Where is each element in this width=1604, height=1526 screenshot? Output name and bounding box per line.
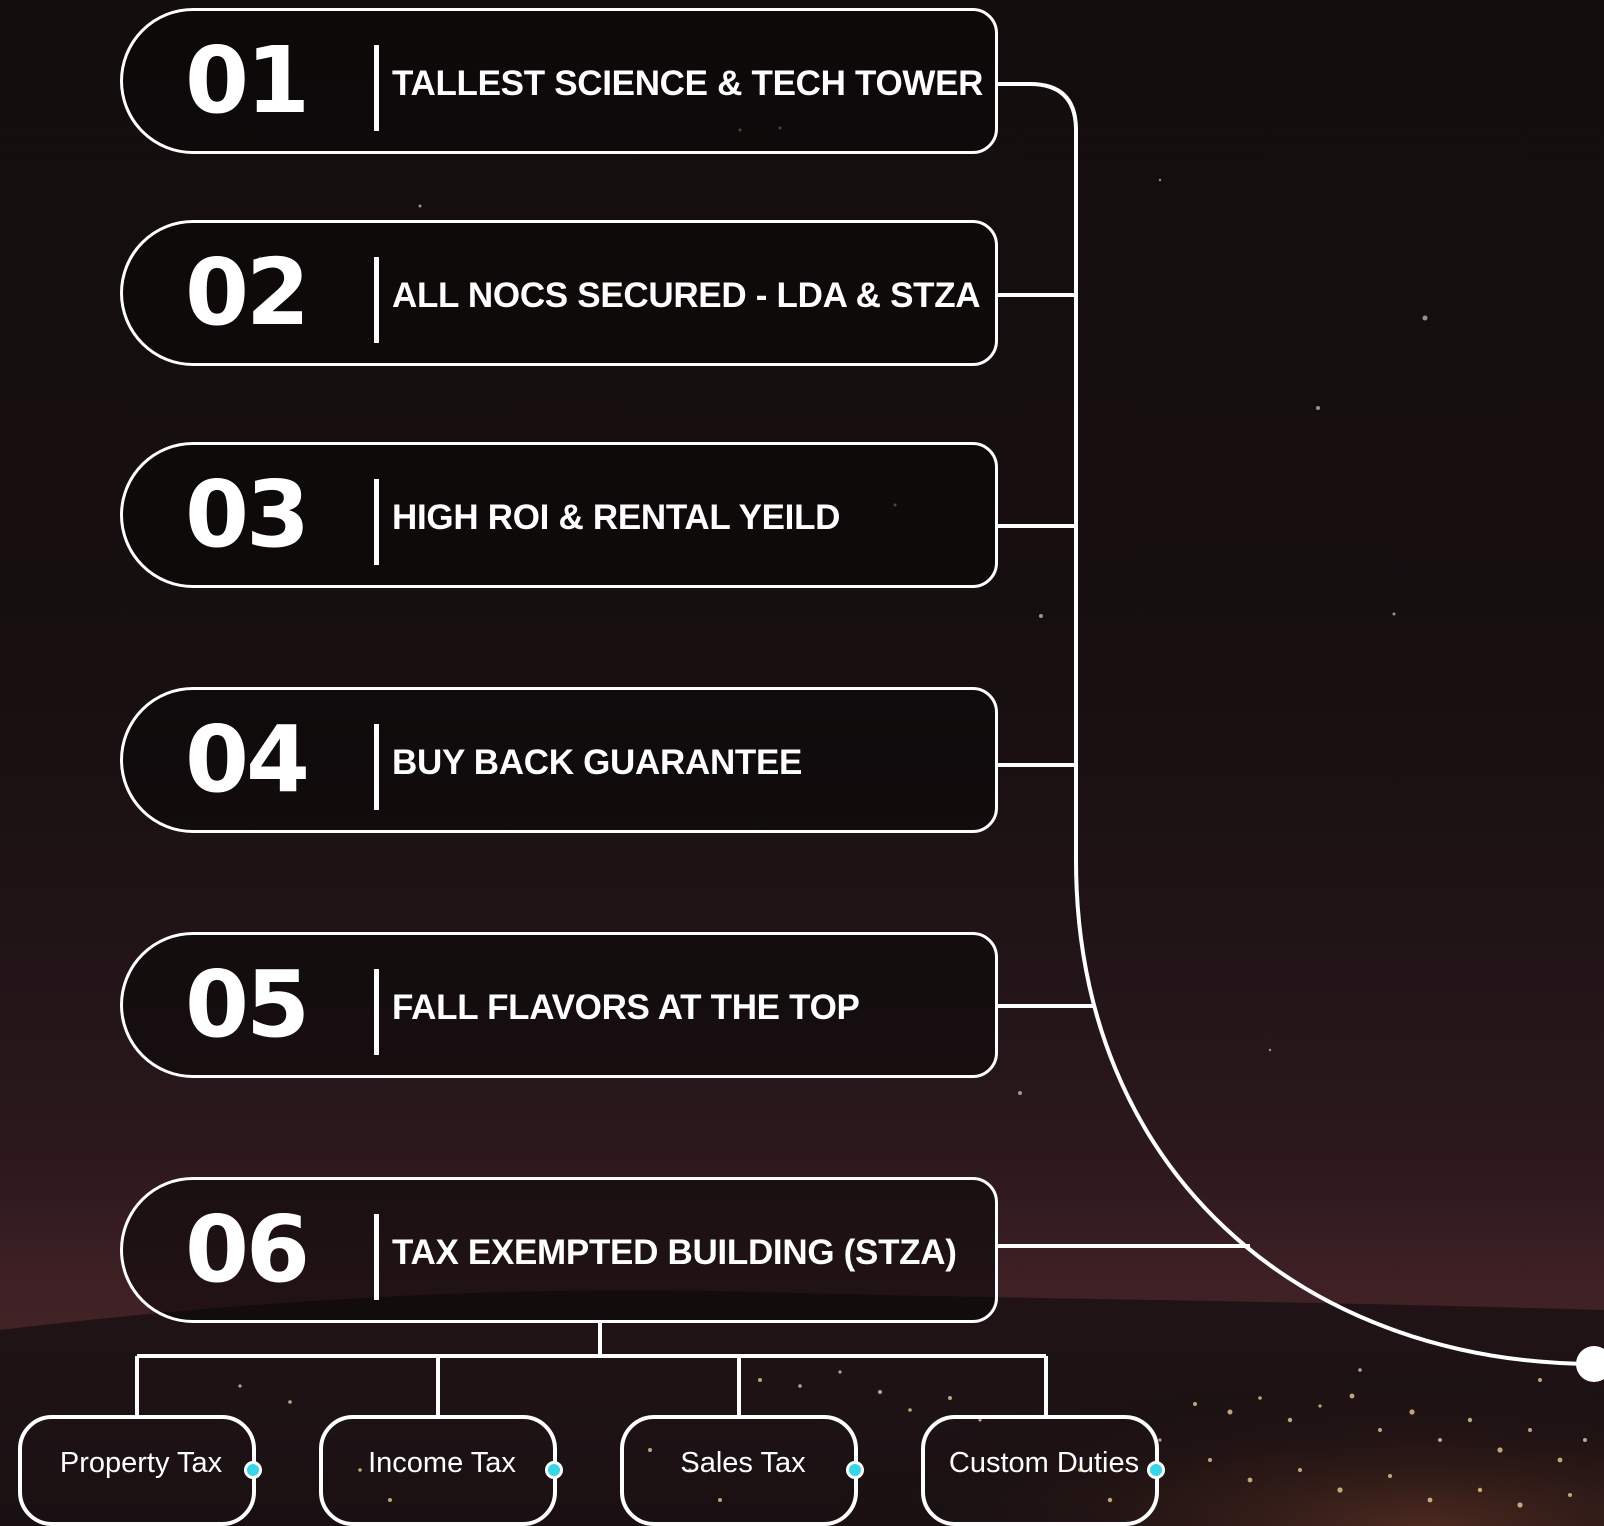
main-connector-curve	[998, 82, 1593, 1366]
feature-number: 03	[184, 461, 310, 568]
feature-divider	[374, 724, 379, 810]
feature-box-01: 01 TALLEST SCIENCE & TECH TOWER	[120, 8, 998, 154]
tax-item-income-tax: Income Tax	[319, 1415, 563, 1526]
feature-label: TALLEST SCIENCE & TECH TOWER	[392, 64, 984, 103]
feature-box-03: 03 HIGH ROI & RENTAL YEILD	[120, 442, 998, 588]
feature-divider	[374, 1214, 379, 1300]
feature-box-04: 04 BUY BACK GUARANTEE	[120, 687, 998, 833]
feature-label: TAX EXEMPTED BUILDING (STZA)	[392, 1233, 957, 1272]
feature-divider	[374, 257, 379, 343]
feature-divider	[374, 45, 379, 131]
tax-item-label: Sales Tax	[680, 1447, 806, 1479]
dot-icon	[545, 1461, 563, 1479]
tax-item-label: Property Tax	[59, 1447, 223, 1479]
tax-item-custom-duties: Custom Duties	[921, 1415, 1165, 1526]
feature-label: FALL FLAVORS AT THE TOP	[392, 988, 860, 1027]
feature-number: 01	[184, 27, 310, 134]
feature-divider	[374, 479, 379, 565]
feature-box-05: 05 FALL FLAVORS AT THE TOP	[120, 932, 998, 1078]
feature-label: HIGH ROI & RENTAL YEILD	[392, 498, 841, 537]
feature-label: ALL NOCS SECURED - LDA & STZA	[392, 276, 981, 315]
tax-item-property-tax: Property Tax	[18, 1415, 262, 1526]
feature-number: 04	[184, 706, 310, 813]
feature-box-06: 06 TAX EXEMPTED BUILDING (STZA)	[120, 1177, 998, 1323]
tax-item-label: Income Tax	[368, 1447, 516, 1479]
dot-icon	[846, 1461, 864, 1479]
feature-divider	[374, 969, 379, 1055]
feature-number: 06	[184, 1196, 310, 1303]
feature-number: 02	[184, 239, 310, 346]
feature-box-02: 02 ALL NOCS SECURED - LDA & STZA	[120, 220, 998, 366]
tax-item-label: Custom Duties	[948, 1447, 1140, 1479]
dot-icon	[244, 1461, 262, 1479]
dot-icon	[1147, 1461, 1165, 1479]
connector-end-node	[1576, 1346, 1604, 1382]
feature-label: BUY BACK GUARANTEE	[392, 743, 803, 782]
feature-number: 05	[184, 951, 310, 1058]
tax-item-sales-tax: Sales Tax	[620, 1415, 864, 1526]
